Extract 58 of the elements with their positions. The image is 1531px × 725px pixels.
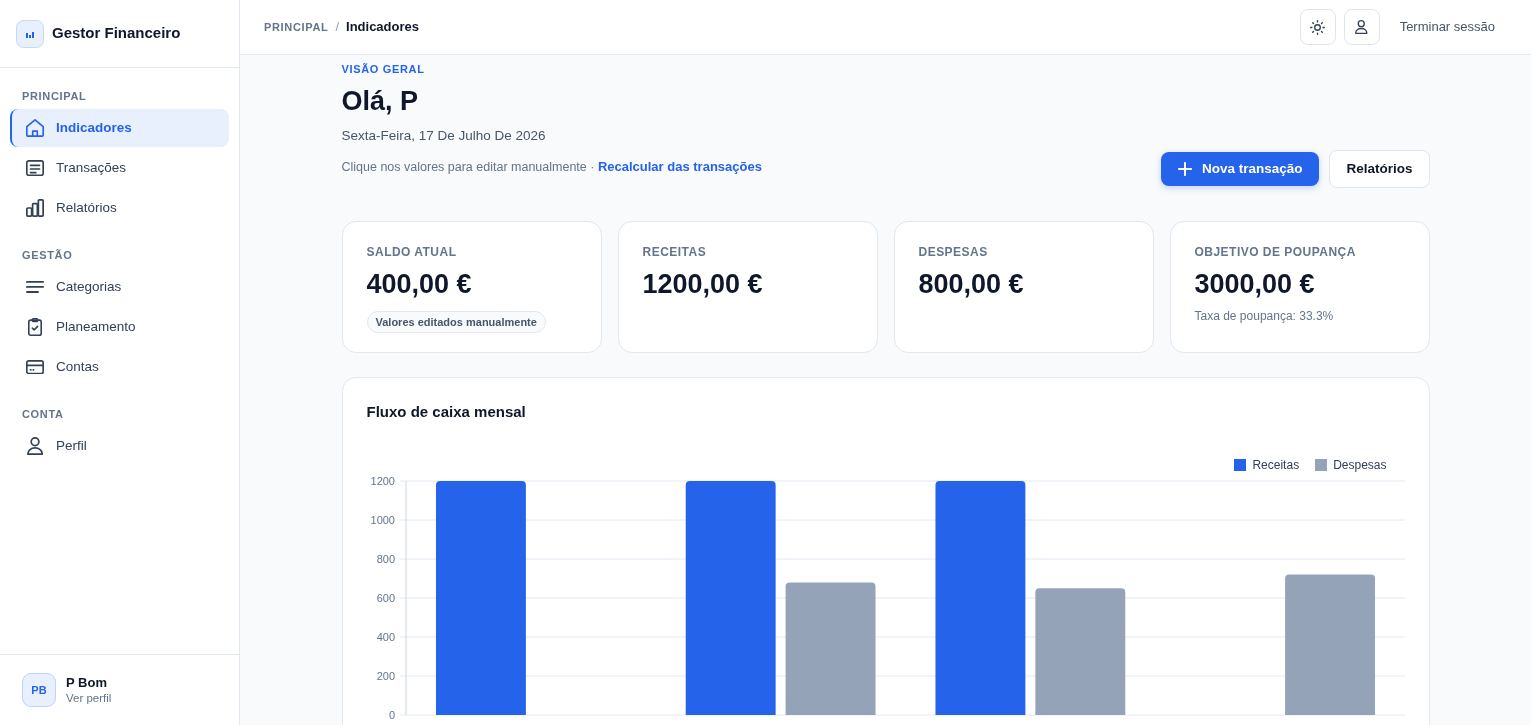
y-axis-label: 1200 bbox=[370, 475, 395, 487]
y-axis-label: 200 bbox=[376, 670, 395, 682]
user-avatar[interactable]: PB bbox=[22, 673, 56, 707]
profile-button[interactable] bbox=[1343, 9, 1380, 45]
sidebar-item[interactable]: Categorias bbox=[10, 268, 229, 306]
stat-label: OBJETIVO DE POUPANÇA bbox=[1194, 244, 1357, 260]
section-heading: CONTA bbox=[21, 408, 65, 421]
y-axis-label: 600 bbox=[376, 592, 395, 604]
date-text: Sexta-Feira, 17 De Julho De 2026 bbox=[341, 127, 547, 145]
user-name: P Bom bbox=[66, 674, 108, 691]
stat-value: 1200,00 € bbox=[642, 268, 764, 300]
bar-chart-icon bbox=[26, 199, 44, 217]
app-title: Gestor Financeiro bbox=[52, 23, 181, 44]
chart-title: Fluxo de caixa mensal bbox=[366, 402, 527, 422]
new-transaction-button[interactable]: Nova transação bbox=[1160, 152, 1320, 186]
plus-icon bbox=[1177, 162, 1192, 176]
stat-value: 800,00 € bbox=[918, 268, 1025, 300]
y-axis-label: 1000 bbox=[370, 514, 395, 526]
manual-edit-badge: Valores editados manualmente bbox=[366, 311, 546, 333]
stat-label: SALDO ATUAL bbox=[366, 244, 458, 260]
page-eyebrow: VISÃO GERAL bbox=[341, 62, 426, 76]
sidebar-item[interactable]: Perfil bbox=[10, 427, 229, 465]
logout-button[interactable]: Terminar sessão bbox=[1387, 9, 1507, 45]
sidebar-item[interactable]: Relatórios bbox=[10, 189, 229, 227]
section-heading: GESTÃO bbox=[21, 249, 74, 262]
logo-icon bbox=[16, 19, 44, 48]
stat-label: RECEITAS bbox=[642, 244, 708, 260]
clipboard-check-icon bbox=[28, 318, 42, 336]
breadcrumb-separator: / bbox=[335, 18, 340, 37]
legend-label: Despesas bbox=[1333, 458, 1387, 472]
y-axis-label: 0 bbox=[388, 709, 395, 721]
sidebar-item[interactable]: Contas bbox=[10, 348, 229, 386]
theme-toggle-button[interactable] bbox=[1299, 9, 1336, 45]
sidebar-item[interactable]: Planeamento bbox=[10, 308, 229, 346]
view-profile-link[interactable]: Ver perfil bbox=[66, 690, 112, 706]
hint-text: Clique nos valores para editar manualmente · Recalcular das transações bbox=[341, 158, 762, 176]
sun-icon bbox=[1310, 19, 1326, 35]
home-icon bbox=[26, 119, 44, 137]
document-icon bbox=[26, 159, 44, 177]
list-icon bbox=[26, 281, 44, 293]
breadcrumb-parent: PRINCIPAL bbox=[264, 19, 329, 35]
reports-button[interactable]: Relatórios bbox=[1329, 150, 1430, 188]
section-heading: PRINCIPAL bbox=[21, 90, 88, 103]
y-axis-label: 400 bbox=[376, 631, 395, 643]
savings-rate-text: Taxa de poupança: 33.3% bbox=[1194, 308, 1335, 324]
stat-value: 400,00 € bbox=[366, 268, 473, 300]
user-icon bbox=[26, 437, 44, 455]
stat-value: 3000,00 € bbox=[1194, 268, 1316, 300]
user-icon bbox=[1355, 20, 1368, 34]
sidebar-item[interactable]: Indicadores bbox=[10, 109, 229, 147]
y-axis-label: 800 bbox=[376, 553, 395, 565]
recalculate-link[interactable]: Recalcular das transações bbox=[597, 159, 762, 174]
greeting-heading: Olá, P bbox=[341, 85, 420, 118]
legend-label: Receitas bbox=[1252, 458, 1300, 472]
breadcrumb-current: Indicadores bbox=[346, 18, 419, 37]
stat-label: DESPESAS bbox=[918, 244, 989, 260]
credit-card-icon bbox=[26, 359, 44, 375]
sidebar-item[interactable]: Transações bbox=[10, 149, 229, 187]
